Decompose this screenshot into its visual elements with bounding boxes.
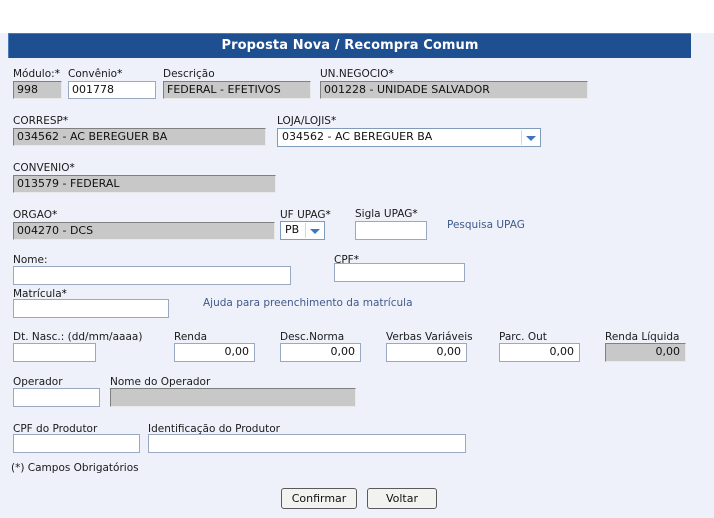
field-sigla-upag[interactable]: [355, 221, 427, 240]
label-uf-upag: UF UPAG*: [280, 209, 331, 221]
label-nome: Nome:: [13, 254, 48, 266]
label-loja-lojis-text: LOJA/LOJIS: [277, 115, 331, 127]
select-uf-upag-value: PB: [285, 223, 300, 236]
label-convenio-num-text: Convênio: [68, 68, 118, 80]
field-matricula[interactable]: [13, 299, 169, 318]
required-fields-note: (*) Campos Obrigatórios: [11, 462, 139, 474]
field-modulo: 998: [13, 81, 62, 99]
required-star: *: [325, 209, 331, 221]
field-corresp: 034562 - AC BEREGUER BA: [13, 128, 266, 146]
label-sigla-upag: Sigla UPAG*: [355, 208, 418, 220]
required-star: *: [330, 115, 337, 127]
field-renda-liquida: 0,00: [605, 343, 686, 362]
field-descricao: FEDERAL - EFETIVOS: [163, 81, 311, 99]
field-un-negocio: 001228 - UNIDADE SALVADOR: [320, 81, 588, 99]
page-title: Proposta Nova / Recompra Comum: [221, 38, 479, 53]
label-sigla-upag-text: Sigla UPAG: [355, 208, 413, 220]
field-renda[interactable]: 0,00: [174, 343, 255, 362]
required-star: *: [62, 115, 69, 127]
label-renda: Renda: [174, 331, 207, 343]
label-orgao: ORGAO*: [13, 209, 57, 221]
required-star: *: [54, 68, 60, 80]
confirm-button[interactable]: Confirmar: [281, 488, 357, 509]
label-un-negocio-text: UN.NEGOCIO: [320, 68, 389, 80]
link-pesquisa-upag[interactable]: Pesquisa UPAG: [447, 219, 525, 231]
label-renda-text: Renda: [174, 331, 208, 343]
field-convenio: 013579 - FEDERAL: [13, 175, 276, 193]
label-operador: Operador: [13, 376, 63, 388]
label-desc-norma: Desc.Norma: [280, 331, 344, 343]
required-star: *: [117, 68, 123, 80]
field-desc-norma[interactable]: 0,00: [280, 343, 361, 362]
field-verbas-variaveis[interactable]: 0,00: [386, 343, 467, 362]
label-orgao-text: ORGAO: [13, 209, 52, 221]
field-cpf[interactable]: [334, 263, 465, 282]
label-uf-upag-text: UF UPAG: [280, 209, 326, 221]
select-loja-lojis[interactable]: 034562 - AC BEREGUER BA: [277, 128, 541, 147]
required-star: *: [51, 209, 58, 221]
label-nome-operador: Nome do Operador: [110, 376, 210, 388]
label-dt-nasc-text: Dt. Nasc.: (dd/mm/aaaa): [13, 331, 143, 343]
chevron-down-icon[interactable]: [521, 130, 539, 145]
label-descricao: Descrição: [163, 68, 215, 80]
label-descricao-text: Descrição: [163, 68, 215, 80]
label-corresp-text: CORRESP: [13, 115, 63, 127]
label-modulo: Módulo:*: [13, 68, 60, 80]
label-operador-text: Operador: [13, 376, 63, 388]
field-identificacao-produtor[interactable]: [148, 434, 466, 453]
label-loja-lojis: LOJA/LOJIS*: [277, 115, 336, 127]
label-renda-liquida: Renda Líquida: [605, 331, 679, 343]
label-verbas-variaveis: Verbas Variáveis: [386, 331, 473, 343]
label-convenio-num: Convênio*: [68, 68, 122, 80]
field-cpf-produtor[interactable]: [13, 434, 140, 453]
label-nome-text: Nome:: [13, 254, 48, 266]
select-loja-lojis-value: 034562 - AC BEREGUER BA: [282, 130, 433, 143]
select-uf-upag[interactable]: PB: [280, 221, 325, 240]
label-corresp: CORRESP*: [13, 115, 68, 127]
label-un-negocio: UN.NEGOCIO*: [320, 68, 394, 80]
field-nome[interactable]: [13, 266, 291, 285]
label-dt-nasc: Dt. Nasc.: (dd/mm/aaaa): [13, 331, 142, 343]
required-star: *: [388, 68, 394, 80]
label-convenio-text: CONVENIO: [13, 162, 70, 174]
field-operador[interactable]: [13, 388, 100, 407]
field-parc-out[interactable]: 0,00: [499, 343, 580, 362]
label-parc-out: Parc. Out: [499, 331, 547, 343]
label-modulo-text: Módulo:: [13, 68, 55, 80]
label-convenio: CONVENIO*: [13, 162, 75, 174]
field-convenio-num[interactable]: 001778: [68, 81, 156, 99]
field-nome-operador: [110, 388, 356, 407]
label-nome-operador-text: Nome do Operador: [110, 376, 211, 388]
back-button[interactable]: Voltar: [367, 488, 437, 509]
field-dt-nasc[interactable]: [13, 343, 96, 362]
link-matricula-help[interactable]: Ajuda para preenchimento da matrícula: [203, 297, 413, 309]
label-desc-norma-text: Desc.Norma: [280, 331, 345, 343]
label-verbas-variaveis-text: Verbas Variáveis: [386, 331, 473, 343]
page-title-bar: Proposta Nova / Recompra Comum: [8, 33, 691, 58]
label-parc-out-text: Parc. Out: [499, 331, 547, 343]
required-star: *: [412, 208, 418, 220]
label-renda-liquida-text: Renda Líquida: [605, 331, 680, 343]
required-star: *: [69, 162, 75, 174]
page-root: Proposta Nova / Recompra Comum Módulo:* …: [0, 0, 714, 518]
chevron-down-icon[interactable]: [305, 223, 323, 238]
field-orgao: 004270 - DCS: [13, 222, 275, 240]
